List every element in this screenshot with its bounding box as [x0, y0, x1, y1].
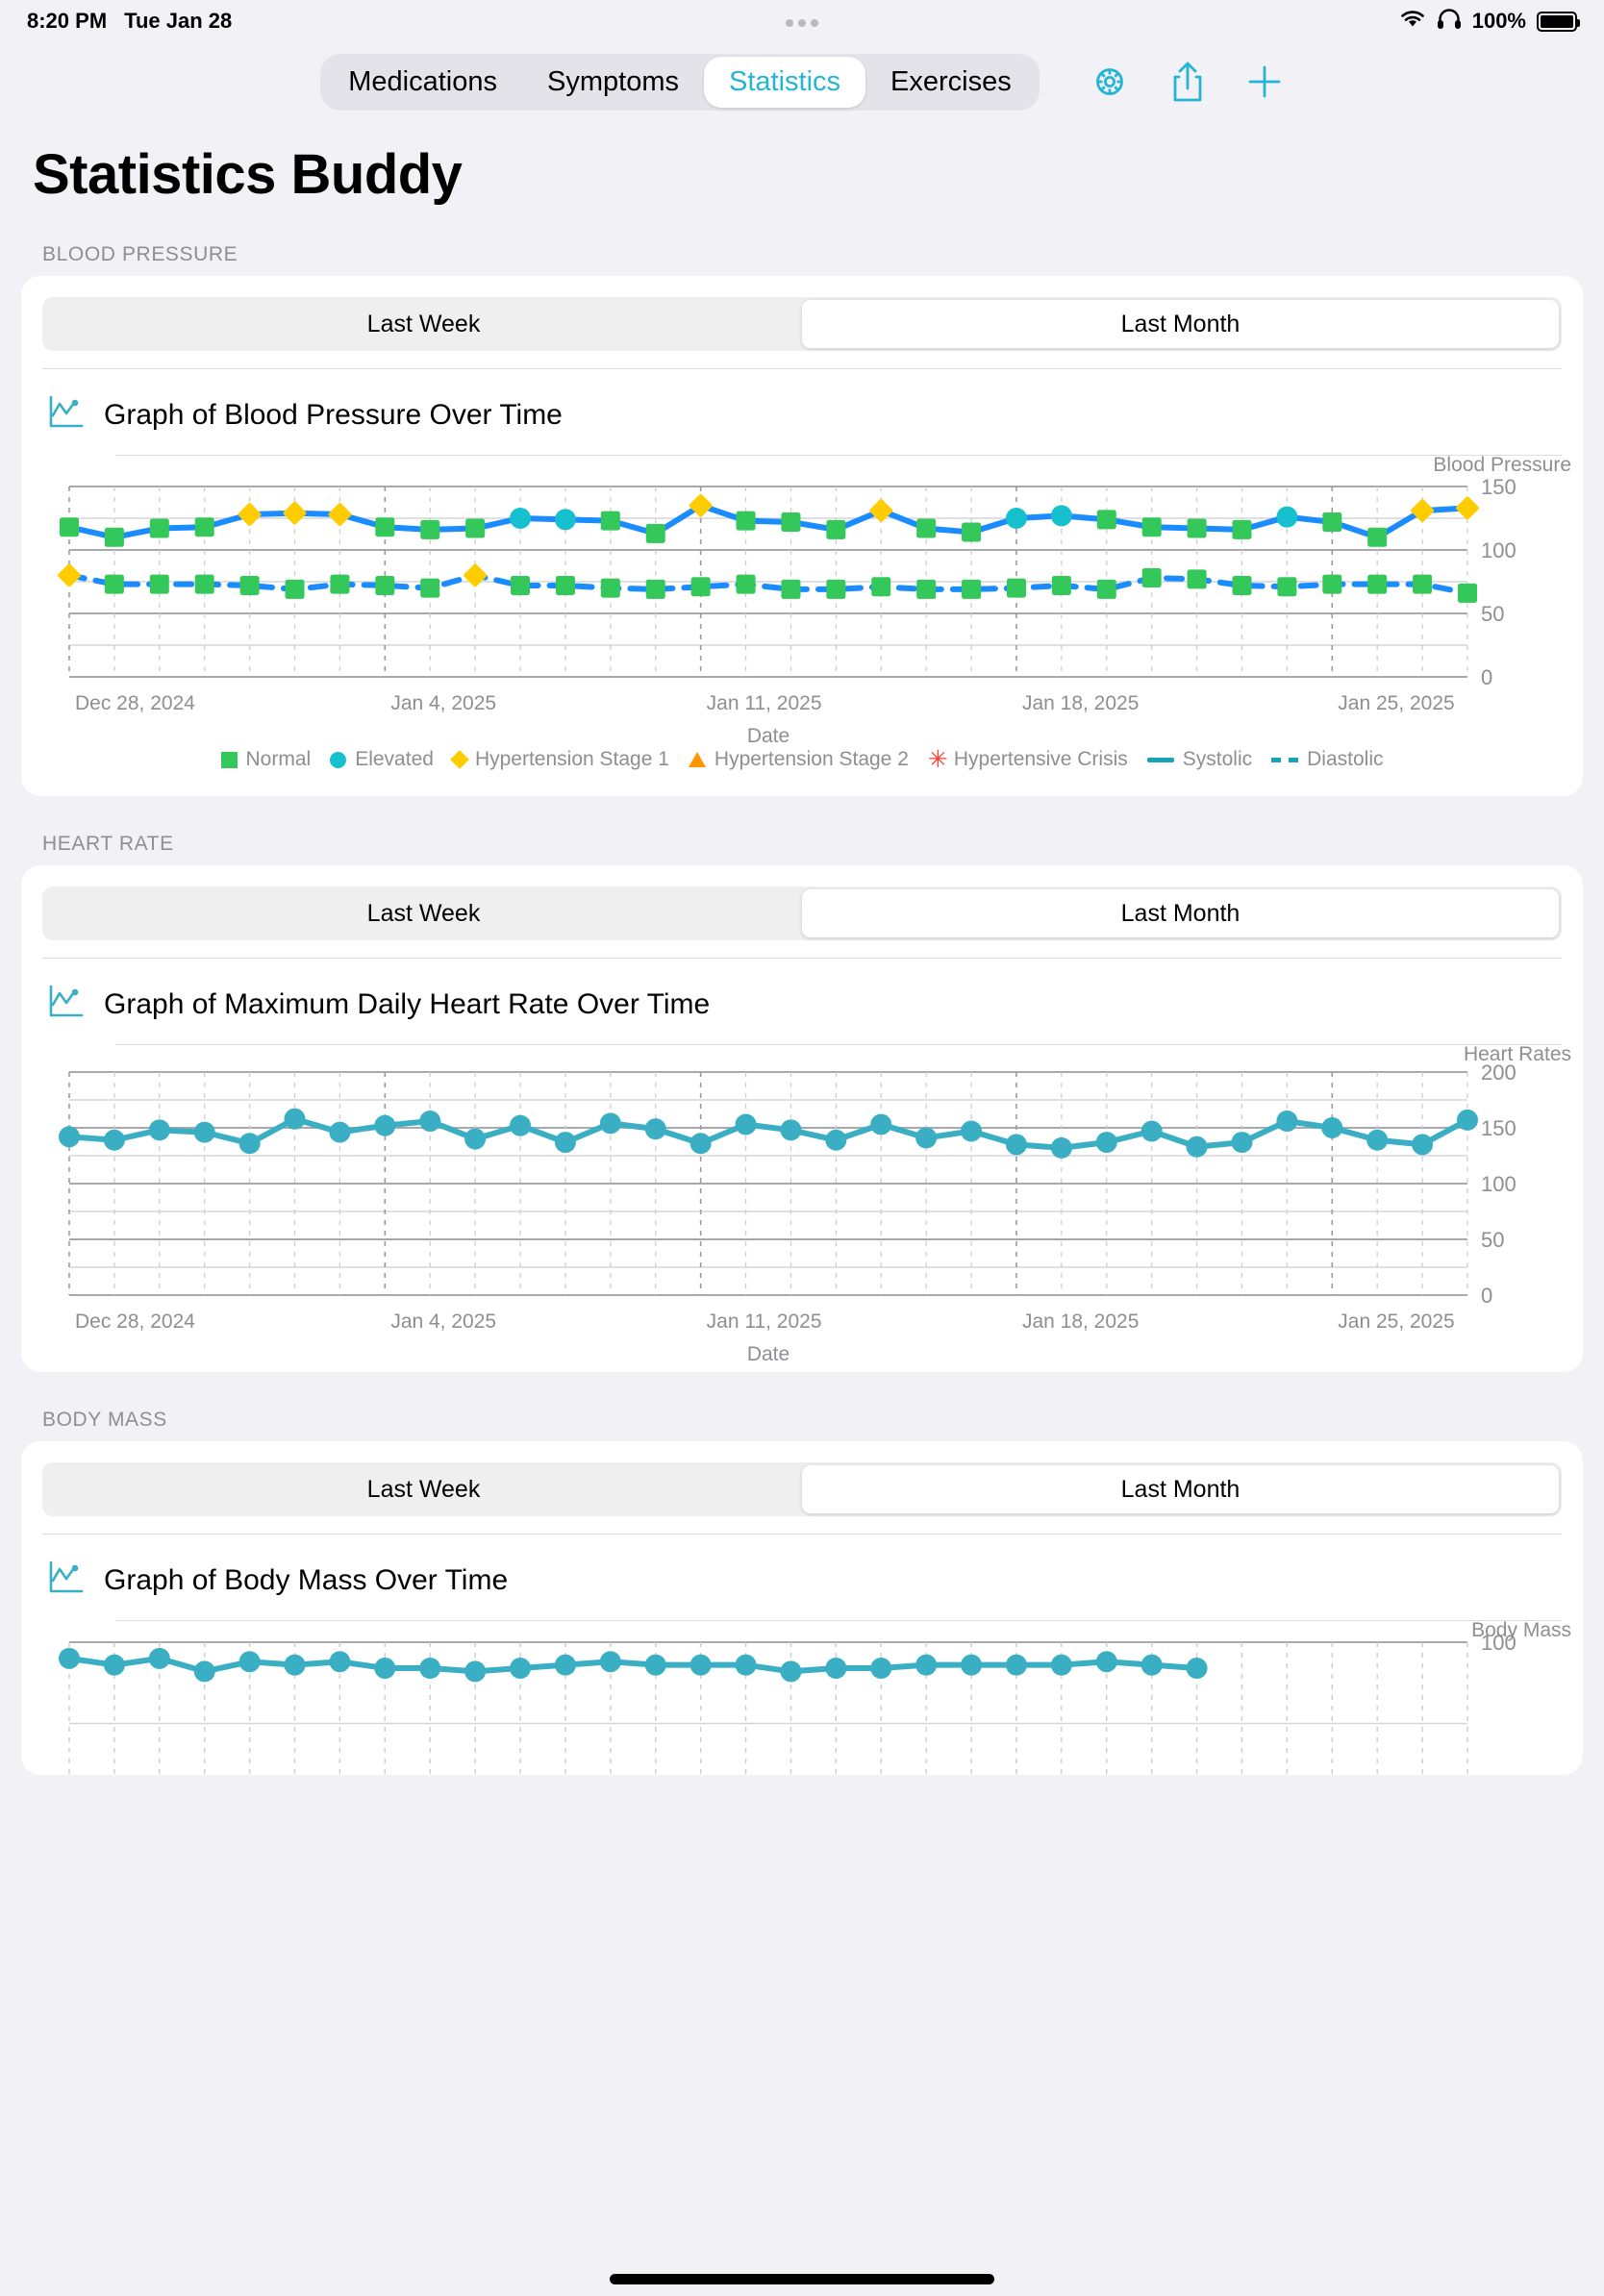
- range-option-last-month-bp[interactable]: Last Month: [802, 300, 1559, 348]
- legend-label: Normal: [246, 748, 312, 771]
- status-date: Tue Jan 28: [124, 9, 232, 34]
- svg-text:100: 100: [1481, 1172, 1516, 1196]
- legend-item-hypertension-stage-1: Hypertension Stage 1: [453, 748, 669, 771]
- chart-header-heart-rate: Graph of Maximum Daily Heart Rate Over T…: [21, 959, 1583, 1025]
- svg-text:Jan 25, 2025: Jan 25, 2025: [1338, 1310, 1454, 1333]
- legend-item-systolic: Systolic: [1147, 748, 1252, 771]
- range-option-last-week-hr[interactable]: Last Week: [45, 889, 802, 937]
- legend-label: Hypertension Stage 2: [714, 748, 909, 771]
- svg-text:Jan 11, 2025: Jan 11, 2025: [707, 692, 822, 714]
- toolbar-actions: [1090, 60, 1284, 104]
- section-label-blood-pressure: BLOOD PRESSURE: [0, 207, 1604, 276]
- legend-item-hypertension-stage-2: Hypertension Stage 2: [689, 748, 909, 771]
- svg-text:0: 0: [1481, 665, 1492, 689]
- page-title: Statistics Buddy: [0, 121, 1604, 207]
- chart-header-body-mass: Graph of Body Mass Over Time: [21, 1535, 1583, 1601]
- plus-icon[interactable]: [1245, 62, 1284, 101]
- chart-title-heart-rate: Graph of Maximum Daily Heart Rate Over T…: [104, 988, 710, 1021]
- range-segmented-control-body-mass: Last Week Last Month: [42, 1462, 1562, 1516]
- headphones-icon: [1437, 7, 1462, 36]
- gear-icon[interactable]: [1090, 62, 1130, 102]
- svg-text:150: 150: [1481, 1116, 1516, 1140]
- card-body-mass: Last Week Last Month Graph of Body Mass …: [21, 1441, 1583, 1775]
- tab-symptoms[interactable]: Symptoms: [522, 57, 704, 108]
- range-option-last-month-bm[interactable]: Last Month: [802, 1465, 1559, 1513]
- line-chart-icon: [48, 394, 87, 436]
- svg-text:Blood Pressure: Blood Pressure: [1433, 456, 1571, 476]
- top-toolbar: Medications Symptoms Statistics Exercise…: [0, 42, 1604, 121]
- chart-blood-pressure[interactable]: 0 50 100 150Blood Pressure Dec 28, 2024 Jan 4…: [21, 456, 1583, 744]
- multitask-handle[interactable]: [786, 19, 818, 27]
- legend-item-elevated: Elevated: [330, 748, 434, 771]
- share-icon[interactable]: [1170, 60, 1205, 104]
- tab-exercises[interactable]: Exercises: [865, 57, 1037, 108]
- svg-text:Jan 18, 2025: Jan 18, 2025: [1022, 692, 1139, 714]
- svg-text:Jan 4, 2025: Jan 4, 2025: [390, 1310, 496, 1333]
- legend-label: Diastolic: [1307, 748, 1383, 771]
- range-option-last-week-bm[interactable]: Last Week: [45, 1465, 802, 1513]
- battery-percent: 100%: [1472, 9, 1526, 34]
- legend-swatch-square-icon: [221, 752, 238, 768]
- legend-swatch-dashed-line-icon: [1271, 758, 1298, 762]
- chart-title-body-mass: Graph of Body Mass Over Time: [104, 1564, 508, 1597]
- status-bar-right: 100%: [1399, 7, 1577, 36]
- svg-text:Jan 18, 2025: Jan 18, 2025: [1022, 1310, 1139, 1333]
- svg-text:50: 50: [1481, 602, 1504, 626]
- status-bar: 8:20 PM Tue Jan 28 100%: [0, 0, 1604, 42]
- line-chart-icon: [48, 1560, 87, 1601]
- line-chart-icon: [48, 984, 87, 1025]
- tab-medications[interactable]: Medications: [323, 57, 522, 108]
- section-label-body-mass: BODY MASS: [0, 1372, 1604, 1441]
- legend-swatch-solid-line-icon: [1147, 758, 1174, 762]
- home-indicator: [610, 2274, 994, 2284]
- legend-item-normal: Normal: [221, 748, 312, 771]
- svg-text:Body Mass: Body Mass: [1471, 1621, 1571, 1641]
- main-tab-bar: Medications Symptoms Statistics Exercise…: [320, 54, 1039, 111]
- range-segmented-control-blood-pressure: Last Week Last Month: [42, 297, 1562, 351]
- status-bar-left: 8:20 PM Tue Jan 28: [27, 9, 232, 34]
- status-time: 8:20 PM: [27, 9, 107, 34]
- svg-text:Dec 28, 2024: Dec 28, 2024: [75, 1310, 195, 1333]
- svg-text:100: 100: [1481, 538, 1516, 562]
- svg-text:Jan 25, 2025: Jan 25, 2025: [1338, 692, 1454, 714]
- legend-swatch-circle-icon: [330, 752, 346, 768]
- legend-item-diastolic: Diastolic: [1271, 748, 1383, 771]
- wifi-icon: [1399, 8, 1426, 35]
- legend-swatch-triangle-icon: [689, 752, 706, 767]
- chart-heart-rate[interactable]: 050100150200Heart RatesDec 28, 2024Jan 4…: [21, 1045, 1583, 1372]
- chart-title-blood-pressure: Graph of Blood Pressure Over Time: [104, 399, 563, 432]
- range-option-last-month-hr[interactable]: Last Month: [802, 889, 1559, 937]
- chart-legend-blood-pressure: Normal Elevated Hypertension Stage 1 Hyp…: [21, 744, 1583, 796]
- svg-text:Jan 4, 2025: Jan 4, 2025: [390, 692, 496, 714]
- svg-text:Dec 28, 2024: Dec 28, 2024: [75, 692, 195, 714]
- legend-label: Hypertensive Crisis: [954, 748, 1128, 771]
- chart-body-mass[interactable]: 100Body Mass: [21, 1621, 1583, 1775]
- card-blood-pressure: Last Week Last Month Graph of Blood Pres…: [21, 276, 1583, 796]
- svg-text:0: 0: [1481, 1284, 1492, 1308]
- svg-text:Jan 11, 2025: Jan 11, 2025: [707, 1310, 822, 1333]
- legend-label: Elevated: [355, 748, 434, 771]
- svg-text:Heart Rates: Heart Rates: [1464, 1045, 1571, 1065]
- card-heart-rate: Last Week Last Month Graph of Maximum Da…: [21, 865, 1583, 1372]
- section-label-heart-rate: HEART RATE: [0, 796, 1604, 865]
- legend-label: Systolic: [1183, 748, 1252, 771]
- legend-label: Hypertension Stage 1: [475, 748, 669, 771]
- legend-swatch-star-icon: ✳: [928, 752, 945, 768]
- tab-statistics[interactable]: Statistics: [704, 57, 865, 108]
- legend-swatch-diamond-icon: [450, 750, 469, 769]
- svg-text:50: 50: [1481, 1228, 1504, 1252]
- svg-text:Date: Date: [747, 725, 789, 744]
- svg-text:150: 150: [1481, 475, 1516, 499]
- range-option-last-week-bp[interactable]: Last Week: [45, 300, 802, 348]
- battery-full-icon: [1537, 12, 1577, 32]
- chart-header-blood-pressure: Graph of Blood Pressure Over Time: [21, 369, 1583, 436]
- legend-item-hypertensive-crisis: ✳ Hypertensive Crisis: [928, 748, 1128, 771]
- svg-text:Date: Date: [747, 1343, 789, 1365]
- range-segmented-control-heart-rate: Last Week Last Month: [42, 886, 1562, 940]
